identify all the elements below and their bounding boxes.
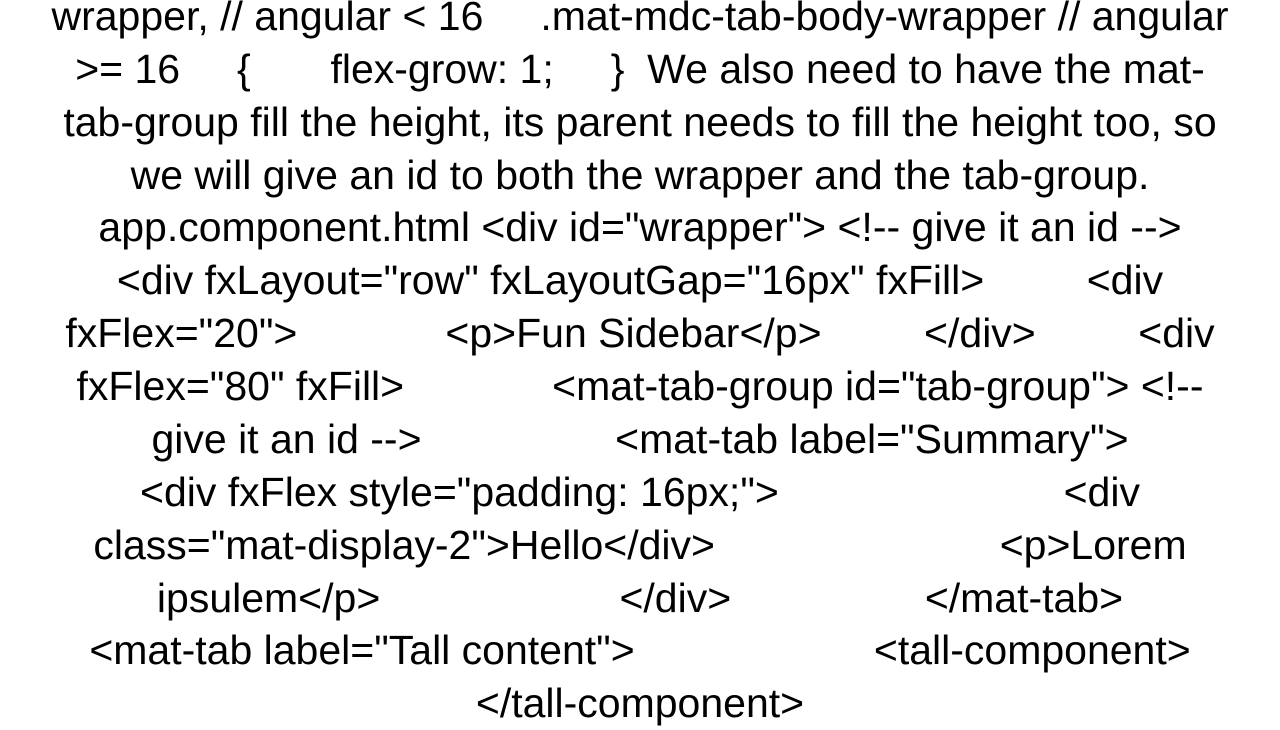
- document-text: wrapper, // angular < 16 .mat-mdc-tab-bo…: [40, 0, 1240, 730]
